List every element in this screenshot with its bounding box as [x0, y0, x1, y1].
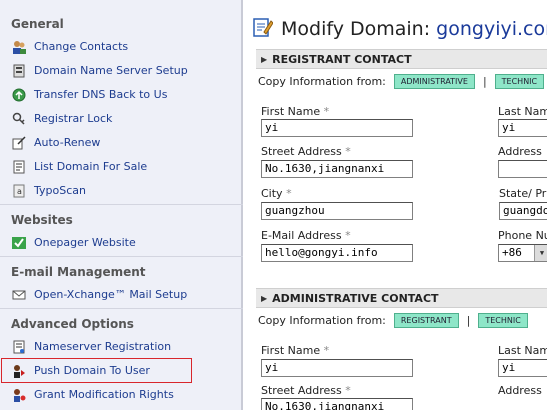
first-name-field[interactable]: yi [261, 359, 413, 377]
phone-country-select[interactable]: +86 ▼ [498, 244, 547, 262]
sidebar-item-list-for-sale[interactable]: List Domain For Sale [2, 155, 240, 178]
street-address-field[interactable]: No.1630,jiangnanxi [261, 160, 413, 178]
sidebar-item-label: Registrar Lock [34, 112, 113, 125]
last-name-label: Last Nam [498, 105, 547, 118]
transfer-icon [12, 88, 26, 102]
street-address-field[interactable]: No.1630,jiangnanxi [261, 398, 413, 410]
sidebar-item-dns-setup[interactable]: Domain Name Server Setup [2, 59, 240, 82]
svg-text:a: a [17, 187, 22, 196]
section-header-label: ADMINISTRATIVE CONTACT [272, 291, 439, 305]
check-icon [12, 236, 26, 250]
renew-icon [12, 135, 26, 150]
state-field[interactable]: guangdo [499, 202, 547, 220]
copy-info-row: Copy Information from: ADMINISTRATIVE | … [258, 74, 545, 89]
separator: | [482, 75, 487, 88]
phone-label: Phone Nu [498, 229, 547, 242]
edit-document-icon [253, 16, 274, 42]
state-label: State/ Pr [499, 187, 547, 200]
address2-label: Address [498, 145, 542, 158]
address2-label: Address [498, 384, 542, 397]
sidebar-item-registrar-lock[interactable]: Registrar Lock [2, 107, 240, 130]
chevron-down-icon: ▼ [534, 245, 547, 261]
divider [0, 256, 243, 257]
city-label: City * [261, 187, 292, 200]
sidebar-item-label: Nameserver Registration [34, 340, 172, 353]
street-address-label: Street Address * [261, 145, 351, 158]
contacts-icon [12, 40, 26, 54]
sale-icon [12, 160, 26, 174]
separator: | [466, 314, 471, 327]
copy-info-row: Copy Information from: REGISTRANT | TECH… [258, 313, 528, 328]
page-title-prefix: Modify Domain: [281, 18, 431, 40]
copy-info-label: Copy Information from: [258, 314, 386, 327]
city-field[interactable]: guangzhou [261, 202, 413, 220]
sidebar-item-label: Auto-Renew [34, 136, 101, 149]
main-content: Modify Domain: gongyiyi.com ▶ REGISTRANT… [243, 0, 547, 410]
section-title-websites: Websites [11, 213, 73, 227]
copy-from-registrant-button[interactable]: REGISTRANT [393, 313, 459, 328]
address2-field[interactable] [498, 160, 547, 178]
sidebar-item-nameserver-registration[interactable]: Nameserver Registration [2, 335, 240, 358]
expand-arrow-icon: ▶ [261, 293, 268, 303]
sidebar-item-label: Push Domain To User [34, 364, 150, 377]
sidebar: General Change Contacts Domain Name Serv… [0, 0, 243, 410]
last-name-label: Last Nam [498, 344, 547, 357]
sidebar-item-typoscan[interactable]: a TypoScan [2, 179, 240, 202]
sidebar-item-grant-rights[interactable]: Grant Modification Rights [2, 383, 240, 406]
sidebar-item-label: Onepager Website [34, 236, 136, 249]
registrant-contact-header[interactable]: ▶ REGISTRANT CONTACT [256, 49, 547, 69]
sidebar-item-push-domain[interactable]: Push Domain To User [1, 358, 192, 383]
copy-from-technical-button[interactable]: TECHNIC [494, 74, 545, 89]
sidebar-item-onepager[interactable]: Onepager Website [2, 231, 240, 254]
section-title-general: General [11, 17, 64, 31]
divider [0, 308, 243, 309]
email-label: E-Mail Address * [261, 229, 351, 242]
phone-country-code: +86 [502, 246, 522, 259]
sidebar-item-change-contacts[interactable]: Change Contacts [2, 35, 240, 58]
sidebar-item-auto-renew[interactable]: Auto-Renew [2, 131, 240, 154]
copy-info-label: Copy Information from: [258, 75, 386, 88]
push-user-icon [12, 364, 26, 378]
sidebar-item-mail-setup[interactable]: Open-Xchange™ Mail Setup [2, 283, 240, 306]
first-name-field[interactable]: yi [261, 119, 413, 137]
domain-name: gongyiyi.com [436, 18, 547, 40]
sidebar-item-label: TypoScan [34, 184, 86, 197]
section-title-email: E-mail Management [11, 265, 146, 279]
nameserver-icon [12, 340, 26, 354]
server-icon [12, 64, 26, 78]
first-name-label: First Name * [261, 344, 330, 357]
sidebar-item-label: Grant Modification Rights [34, 388, 174, 401]
expand-arrow-icon: ▶ [261, 54, 268, 64]
lock-icon [12, 112, 26, 126]
sidebar-item-label: Change Contacts [34, 40, 129, 53]
page-title: Modify Domain: gongyiyi.com [253, 16, 547, 42]
sidebar-item-label: Transfer DNS Back to Us [34, 88, 168, 101]
grant-icon [12, 388, 26, 402]
email-field[interactable]: hello@gongyi.info [261, 244, 413, 262]
mail-icon [12, 288, 26, 302]
sidebar-item-label: List Domain For Sale [34, 160, 148, 173]
copy-from-administrative-button[interactable]: ADMINISTRATIVE [393, 74, 475, 89]
street-address-label: Street Address * [261, 384, 351, 397]
first-name-label: First Name * [261, 105, 330, 118]
section-header-label: REGISTRANT CONTACT [272, 52, 412, 66]
sidebar-item-transfer-dns[interactable]: Transfer DNS Back to Us [2, 83, 240, 106]
typoscan-icon: a [12, 184, 26, 198]
sidebar-item-label: Open-Xchange™ Mail Setup [34, 288, 188, 301]
copy-from-technical-button[interactable]: TECHNIC [478, 313, 528, 328]
last-name-field[interactable]: yi [498, 359, 547, 377]
sidebar-item-label: Domain Name Server Setup [34, 64, 188, 77]
administrative-contact-header[interactable]: ▶ ADMINISTRATIVE CONTACT [256, 288, 547, 308]
last-name-field[interactable]: yi [498, 119, 547, 137]
divider [0, 204, 243, 205]
section-title-advanced: Advanced Options [11, 317, 134, 331]
